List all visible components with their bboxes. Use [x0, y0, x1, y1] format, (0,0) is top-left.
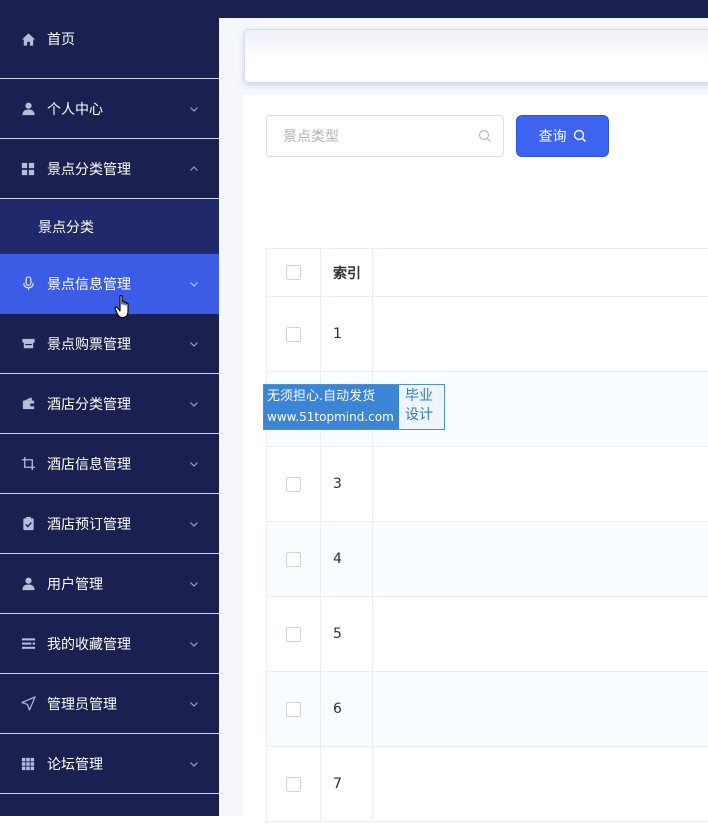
row-checkbox[interactable] [286, 776, 301, 792]
watermark-badge-text: 毕业 [405, 388, 433, 404]
sidebar-item-label: 景点信息管理 [47, 276, 131, 293]
chevron-down-icon [190, 521, 198, 527]
search-icon [573, 129, 586, 142]
row-checkbox[interactable] [286, 326, 301, 342]
data-table: 索引 1 2 3 4 [266, 248, 708, 822]
sidebar-item-label: 景点购票管理 [47, 336, 131, 353]
microphone-icon [20, 276, 36, 292]
wallet-icon [20, 396, 36, 412]
user-icon [20, 576, 36, 592]
chevron-down-icon [190, 581, 198, 587]
column-header-index: 索引 [321, 249, 373, 296]
table-row: 7 [267, 747, 708, 822]
list-icon [20, 636, 36, 652]
watermark-badge-text: 设计 [405, 407, 433, 423]
breadcrumb-card [244, 29, 708, 83]
query-button-label: 查询 [538, 129, 567, 145]
sidebar-item-scenic-ticket[interactable]: 景点购票管理 [0, 314, 219, 374]
chevron-down-icon [190, 401, 198, 407]
chevron-down-icon [190, 641, 198, 647]
chevron-up-icon [190, 165, 198, 171]
chevron-down-icon [190, 761, 198, 767]
chevron-down-icon [190, 281, 198, 287]
sidebar-item-label: 酒店预订管理 [47, 516, 131, 533]
chevron-down-icon [190, 461, 198, 467]
sidebar: 首页 个人中心 景点分类管理 景点分类 景点信息管理 景点购票管理 酒店分类管理… [0, 0, 219, 816]
watermark-url: www.51topmind.com [267, 410, 394, 424]
table-row: 5 [267, 597, 708, 672]
submenu-item-label: 景点分类 [38, 219, 94, 236]
grid-icon [20, 161, 36, 177]
sidebar-item-hotel-category[interactable]: 酒店分类管理 [0, 374, 219, 434]
sidebar-item-user-management[interactable]: 用户管理 [0, 554, 219, 614]
sidebar-item-label: 我的收藏管理 [47, 636, 131, 653]
search-icon [478, 129, 491, 142]
sidebar-item-forum-management[interactable]: 论坛管理 [0, 734, 219, 794]
sidebar-item-personal-center[interactable]: 个人中心 [0, 79, 219, 139]
row-index: 3 [321, 447, 373, 521]
table-header-row: 索引 [267, 249, 708, 297]
watermark-overlay: 无须担心.自动发货 www.51topmind.com 毕业 设计 [263, 384, 445, 430]
table-row: 6 [267, 672, 708, 747]
sidebar-item-admin-management[interactable]: 管理员管理 [0, 674, 219, 734]
hand-cursor-icon [114, 295, 129, 319]
row-checkbox[interactable] [286, 476, 301, 492]
send-icon [20, 696, 36, 712]
sidebar-item-hotel-info[interactable]: 酒店信息管理 [0, 434, 219, 494]
sidebar-item-label: 酒店信息管理 [47, 456, 131, 473]
sidebar-item-label: 景点分类管理 [47, 161, 131, 178]
sidebar-item-label: 用户管理 [47, 576, 103, 593]
query-button[interactable]: 查询 [516, 115, 609, 157]
sidebar-item-label: 首页 [47, 32, 75, 48]
sidebar-item-favorites[interactable]: 我的收藏管理 [0, 614, 219, 674]
sidebar-item-scenic-info[interactable]: 景点信息管理 [0, 254, 219, 314]
chevron-down-icon [190, 341, 198, 347]
row-index: 6 [321, 672, 373, 746]
ticket-icon [20, 336, 36, 352]
row-checkbox[interactable] [286, 551, 301, 567]
scenic-type-search-field[interactable] [266, 115, 504, 158]
home-icon [20, 31, 36, 47]
crop-icon [20, 456, 36, 472]
clipboard-check-icon [20, 516, 36, 532]
sidebar-item-scenic-category[interactable]: 景点分类管理 [0, 139, 219, 199]
row-index: 1 [321, 297, 373, 371]
select-all-checkbox[interactable] [286, 265, 301, 280]
sidebar-item-label: 论坛管理 [47, 756, 103, 773]
sidebar-item-label: 酒店分类管理 [47, 396, 131, 413]
chevron-down-icon [190, 701, 198, 707]
user-icon [20, 101, 36, 117]
row-checkbox[interactable] [286, 701, 301, 717]
row-index: 5 [321, 597, 373, 671]
row-checkbox[interactable] [286, 626, 301, 642]
search-input[interactable] [267, 116, 475, 158]
table-row: 4 [267, 522, 708, 597]
watermark-text: 无须担心.自动发货 [267, 389, 376, 404]
chevron-down-icon [190, 106, 198, 112]
row-index: 4 [321, 522, 373, 596]
sidebar-item-hotel-booking[interactable]: 酒店预订管理 [0, 494, 219, 554]
sidebar-item-label: 个人中心 [47, 101, 103, 118]
submenu-item-scenic-category[interactable]: 景点分类 [0, 199, 219, 254]
sidebar-item-home[interactable]: 首页 [0, 0, 219, 79]
sidebar-item-label: 管理员管理 [47, 696, 117, 713]
content-panel: 查询 索引 1 2 3 [243, 95, 708, 825]
table-row: 3 [267, 447, 708, 522]
row-index: 7 [321, 747, 373, 821]
apps-icon [20, 756, 36, 772]
table-row: 1 [267, 297, 708, 372]
